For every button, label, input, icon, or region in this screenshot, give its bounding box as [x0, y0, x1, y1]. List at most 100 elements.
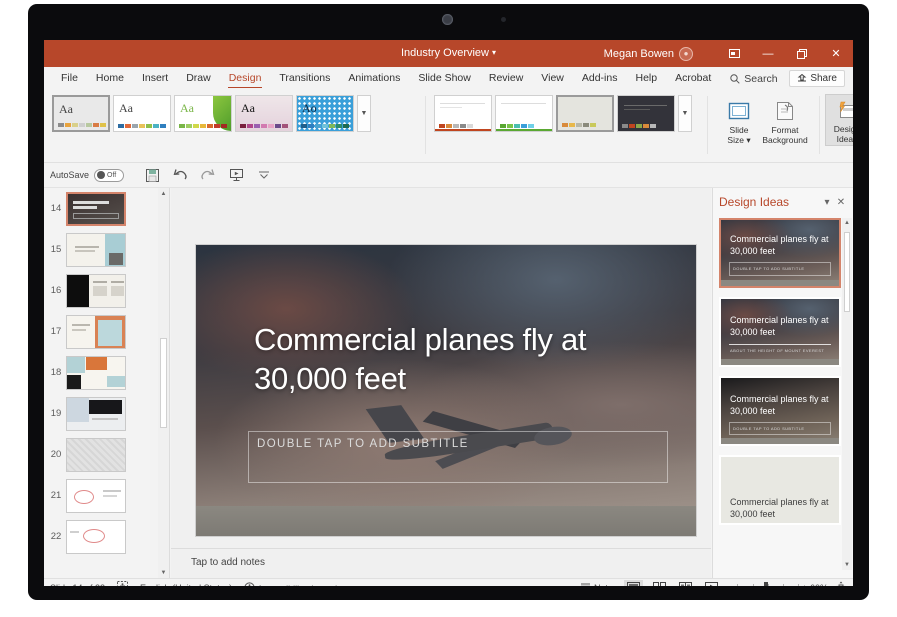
notes-pane[interactable]: Tap to add notes: [171, 549, 711, 578]
list-item[interactable]: 17: [44, 311, 169, 352]
slide-thumbnail[interactable]: [66, 233, 126, 267]
language-indicator[interactable]: English (United States): [140, 583, 232, 587]
list-item[interactable]: 19: [44, 393, 169, 434]
slide-sorter-button[interactable]: [650, 580, 669, 586]
tab-review[interactable]: Review: [480, 67, 532, 90]
slide-thumbnail[interactable]: [66, 479, 126, 513]
share-button[interactable]: Share: [789, 70, 845, 87]
design-idea-4[interactable]: Commercial planes fly at 30,000 feet: [719, 455, 841, 525]
search-input[interactable]: Search: [730, 73, 777, 85]
current-slide[interactable]: Commercial planes fly at 30,000 feet DOU…: [196, 245, 696, 536]
list-item[interactable]: 14: [44, 188, 169, 229]
slide-counter[interactable]: Slide 14 of 22: [50, 583, 105, 587]
zoom-slider[interactable]: − + 60%: [728, 583, 828, 587]
tab-help[interactable]: Help: [626, 67, 666, 90]
list-item[interactable]: 22: [44, 516, 169, 557]
chevron-up-icon[interactable]: ▲: [842, 218, 852, 228]
notes-button[interactable]: Notes: [580, 582, 617, 586]
tab-slide-show[interactable]: Slide Show: [409, 67, 480, 90]
theme-damask[interactable]: Aa: [235, 95, 293, 132]
chevron-up-icon[interactable]: ▲: [158, 188, 169, 199]
notes-icon: [580, 582, 591, 586]
list-item[interactable]: 21: [44, 475, 169, 516]
slide-subtitle-placeholder[interactable]: DOUBLE TAP TO ADD SUBTITLE: [248, 431, 668, 483]
scrollbar-thumb[interactable]: [160, 338, 167, 428]
design-idea-2[interactable]: Commercial planes fly at 30,000 feet ABO…: [719, 297, 841, 367]
slide-thumbnail[interactable]: [66, 520, 126, 554]
theme-dotted[interactable]: Ao: [296, 95, 354, 132]
accessibility-icon[interactable]: [117, 581, 128, 586]
tab-view[interactable]: View: [532, 67, 573, 90]
chevron-down-icon[interactable]: ▾: [820, 197, 834, 208]
slideshow-button[interactable]: [702, 580, 721, 586]
reading-view-button[interactable]: [676, 580, 695, 586]
variant-3[interactable]: [556, 95, 614, 132]
fit-to-window-icon[interactable]: [835, 581, 847, 587]
slide-thumbnail[interactable]: [66, 397, 126, 431]
tab-design[interactable]: Design: [220, 67, 271, 90]
design-idea-3[interactable]: Commercial planes fly at 30,000 feet DOU…: [719, 376, 841, 446]
slide-thumbnail[interactable]: [66, 356, 126, 390]
start-presentation-button[interactable]: [222, 164, 250, 186]
themes-more-button[interactable]: ▼: [357, 95, 371, 132]
scrollbar-thumb[interactable]: [844, 232, 850, 312]
chevron-down-icon[interactable]: ▾: [492, 48, 496, 57]
normal-view-button[interactable]: [624, 580, 643, 586]
slide-size-button[interactable]: Slide Size ▾: [716, 96, 762, 146]
customize-qat-button[interactable]: [250, 164, 278, 186]
chevron-down-icon[interactable]: ▼: [158, 567, 169, 578]
design-ideas-list[interactable]: Commercial planes fly at 30,000 feet DOU…: [719, 218, 843, 570]
maximize-restore-button[interactable]: [785, 40, 819, 67]
variant-4[interactable]: [617, 95, 675, 132]
design-ideas-scrollbar[interactable]: ▲ ▼: [842, 218, 852, 570]
ribbon-display-options-icon[interactable]: [717, 40, 751, 67]
tab-insert[interactable]: Insert: [133, 67, 177, 90]
tab-draw[interactable]: Draw: [177, 67, 220, 90]
theme-sample-text: Aa: [119, 101, 133, 116]
variant-1[interactable]: [434, 95, 492, 132]
variant-2[interactable]: [495, 95, 553, 132]
zoom-in-button[interactable]: +: [802, 583, 807, 587]
avatar[interactable]: ●: [679, 47, 693, 61]
tab-add-ins[interactable]: Add-ins: [573, 67, 627, 90]
thumbnail-scrollbar[interactable]: ▲ ▼: [158, 188, 169, 578]
accessibility-status[interactable]: Accessibility: Investigate: [244, 582, 355, 587]
minimize-button[interactable]: —: [751, 40, 785, 67]
theme-celestial[interactable]: Aa: [174, 95, 232, 132]
variants-more-button[interactable]: ▼: [678, 95, 692, 132]
redo-button[interactable]: [194, 164, 222, 186]
list-item[interactable]: 16: [44, 270, 169, 311]
chevron-down-icon[interactable]: ▼: [842, 560, 852, 570]
theme-berlin[interactable]: Aa: [113, 95, 171, 132]
slide-thumbnail[interactable]: [66, 274, 126, 308]
chevron-down-icon[interactable]: ▾: [744, 135, 751, 145]
autosave-toggle[interactable]: AutoSave Off: [50, 169, 124, 182]
format-background-button[interactable]: Format Background: [757, 96, 813, 146]
slide-title[interactable]: Commercial planes fly at 30,000 feet: [254, 321, 664, 399]
autosave-switch[interactable]: Off: [94, 169, 124, 182]
tab-home[interactable]: Home: [87, 67, 133, 90]
tab-acrobat[interactable]: Acrobat: [666, 67, 720, 90]
slide-thumbnail-pane[interactable]: 14 15 16: [44, 188, 170, 578]
zoom-knob[interactable]: [764, 582, 768, 586]
account-area[interactable]: Megan Bowen ●: [604, 40, 693, 67]
tab-transitions[interactable]: Transitions: [270, 67, 339, 90]
list-item[interactable]: 18: [44, 352, 169, 393]
list-item[interactable]: 15: [44, 229, 169, 270]
design-idea-1[interactable]: Commercial planes fly at 30,000 feet DOU…: [719, 218, 841, 288]
tab-animations[interactable]: Animations: [339, 67, 409, 90]
list-item[interactable]: 20: [44, 434, 169, 475]
slide-thumbnail[interactable]: [66, 438, 126, 472]
tab-file[interactable]: File: [52, 67, 87, 90]
design-ideas-button[interactable]: Design Ideas: [825, 94, 853, 146]
theme-office[interactable]: Aa: [52, 95, 110, 132]
slide-thumbnail[interactable]: [66, 315, 126, 349]
zoom-out-button[interactable]: −: [728, 583, 733, 587]
theme-sample-text: Aa: [241, 101, 255, 116]
zoom-level[interactable]: 60%: [810, 583, 828, 587]
close-button[interactable]: ✕: [819, 40, 853, 67]
undo-button[interactable]: [166, 164, 194, 186]
slide-thumbnail[interactable]: [66, 192, 126, 226]
save-button[interactable]: [138, 164, 166, 186]
close-icon[interactable]: ✕: [834, 197, 848, 208]
